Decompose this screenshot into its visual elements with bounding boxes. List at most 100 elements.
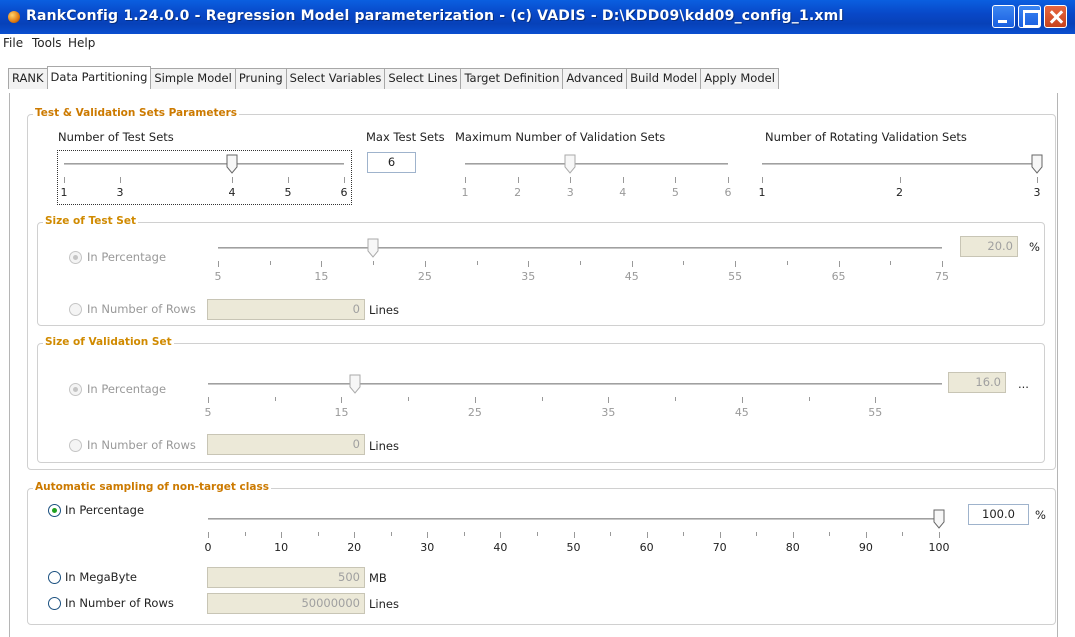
slider-tick-label: 3 xyxy=(1033,186,1041,199)
slider-tick xyxy=(899,177,901,183)
tab-advanced[interactable]: Advanced xyxy=(562,68,628,89)
test-validation-legend: Test & Validation Sets Parameters xyxy=(33,107,240,119)
slider-tick xyxy=(646,532,648,538)
validation-in-percentage-radio[interactable] xyxy=(69,383,82,396)
maximize-button[interactable] xyxy=(1018,5,1041,28)
sampling-megabyte-field[interactable]: 500 xyxy=(207,567,365,588)
sampling-rows-field[interactable]: 50000000 xyxy=(207,593,365,614)
num-test-sets-focus xyxy=(57,150,352,205)
slider-minor-tick xyxy=(541,397,543,401)
slider-tick xyxy=(208,397,209,403)
menu-file[interactable]: File xyxy=(3,36,23,50)
sampling-in-percentage-label: In Percentage xyxy=(65,503,145,517)
slider-tick-label: 2 xyxy=(896,186,903,199)
validation-percentage-field[interactable]: 16.0 xyxy=(948,372,1006,393)
slider-tick xyxy=(427,532,429,538)
test-in-percentage-radio[interactable] xyxy=(69,251,82,264)
minimize-button[interactable] xyxy=(992,5,1015,28)
slider-tick-label: 5 xyxy=(671,186,679,199)
slider-thumb[interactable] xyxy=(564,154,576,174)
title-bar: RankConfig 1.24.0.0 - Regression Model p… xyxy=(0,0,1075,34)
close-button[interactable] xyxy=(1044,5,1067,28)
slider-tick xyxy=(719,532,721,538)
validation-rows-unit: Lines xyxy=(369,439,399,453)
slider-tick-label: 4 xyxy=(228,186,236,199)
sampling-percentage-unit: % xyxy=(1035,508,1046,522)
slider-minor-tick xyxy=(902,532,904,536)
data-partitioning-panel: Test & Validation Sets Parameters Number… xyxy=(9,93,1058,637)
sampling-in-megabyte-radio[interactable] xyxy=(48,571,61,584)
tab-select-lines[interactable]: Select Lines xyxy=(384,68,462,89)
menu-help[interactable]: Help xyxy=(68,36,95,50)
slider-tick xyxy=(344,177,345,183)
validation-in-rows-radio[interactable] xyxy=(69,439,82,452)
tab-data-partitioning[interactable]: Data Partitioning xyxy=(46,66,152,89)
window-title: RankConfig 1.24.0.0 - Regression Model p… xyxy=(26,8,844,24)
valsize-track[interactable] xyxy=(208,383,942,385)
slider-tick-label: 80 xyxy=(785,541,800,554)
rot-track[interactable] xyxy=(762,163,1037,165)
slider-tick-label: 2 xyxy=(514,186,522,199)
slider-minor-tick xyxy=(829,532,831,536)
slider-tick xyxy=(608,397,610,403)
sampling-in-megabyte-label: In MegaByte xyxy=(65,570,137,584)
slider-tick-label: 45 xyxy=(734,406,749,419)
slider-thumb[interactable] xyxy=(226,154,238,174)
slider-thumb[interactable] xyxy=(1031,154,1043,174)
slider-tick-label: 5 xyxy=(204,406,212,419)
slider-tick-label: 1 xyxy=(60,186,68,199)
tab-rank[interactable]: RANK xyxy=(8,68,48,89)
maxval-track[interactable] xyxy=(465,163,728,165)
slider-tick-label: 5 xyxy=(214,270,222,283)
slider-minor-tick xyxy=(580,261,581,265)
sampling-track[interactable] xyxy=(208,518,939,520)
slider-thumb[interactable] xyxy=(367,238,379,258)
testsize-track[interactable] xyxy=(218,247,942,249)
slider-tick xyxy=(838,261,840,267)
slider-tick-label: 4 xyxy=(619,186,627,199)
sampling-percentage-field[interactable]: 100.0 xyxy=(968,504,1029,525)
slider-thumb[interactable] xyxy=(349,374,361,394)
test-percentage-field[interactable]: 20.0 xyxy=(960,236,1018,257)
slider-tick xyxy=(792,532,794,538)
slider-thumb[interactable] xyxy=(933,509,945,529)
app-icon xyxy=(8,11,20,23)
slider-tick-label: 55 xyxy=(868,406,883,419)
slider-tick xyxy=(942,261,943,267)
slider-tick xyxy=(875,397,877,403)
slider-minor-tick xyxy=(476,261,478,265)
tab-apply-model[interactable]: Apply Model xyxy=(700,68,779,89)
slider-tick-label: 25 xyxy=(417,270,432,283)
slider-tick xyxy=(120,177,121,183)
test-rows-field[interactable]: 0 xyxy=(207,299,365,320)
tab-target-definition[interactable]: Target Definition xyxy=(460,68,564,89)
slider-tick xyxy=(939,532,940,538)
tab-simple-model[interactable]: Simple Model xyxy=(150,68,236,89)
tab-build-model[interactable]: Build Model xyxy=(626,68,702,89)
max-test-sets-field[interactable]: 6 xyxy=(367,152,416,173)
menu-tools[interactable]: Tools xyxy=(32,36,62,50)
slider-tick-label: 30 xyxy=(420,541,435,554)
slider-tick xyxy=(474,397,476,403)
test-in-rows-radio[interactable] xyxy=(69,303,82,316)
tab-pruning[interactable]: Pruning xyxy=(234,68,287,89)
test-track[interactable] xyxy=(64,163,344,165)
sampling-group: Automatic sampling of non-target class xyxy=(27,481,1056,625)
slider-tick-label: 10 xyxy=(274,541,289,554)
slider-tick-label: 1 xyxy=(758,186,766,199)
slider-tick-label: 6 xyxy=(724,186,732,199)
slider-tick-label: 20 xyxy=(347,541,362,554)
validation-percentage-unit: ... xyxy=(1018,377,1029,391)
slider-minor-tick xyxy=(536,532,538,536)
slider-minor-tick xyxy=(890,261,892,265)
tab-select-variables[interactable]: Select Variables xyxy=(285,68,386,89)
sampling-in-rows-radio[interactable] xyxy=(48,597,61,610)
max-validation-label: Maximum Number of Validation Sets xyxy=(455,130,666,144)
size-test-set-legend: Size of Test Set xyxy=(43,215,139,227)
slider-tick xyxy=(232,177,233,183)
validation-rows-field[interactable]: 0 xyxy=(207,434,365,455)
slider-tick-label: 75 xyxy=(935,270,949,283)
sampling-legend: Automatic sampling of non-target class xyxy=(33,481,271,493)
sampling-in-percentage-radio[interactable] xyxy=(48,504,61,517)
slider-tick-label: 5 xyxy=(284,186,292,199)
